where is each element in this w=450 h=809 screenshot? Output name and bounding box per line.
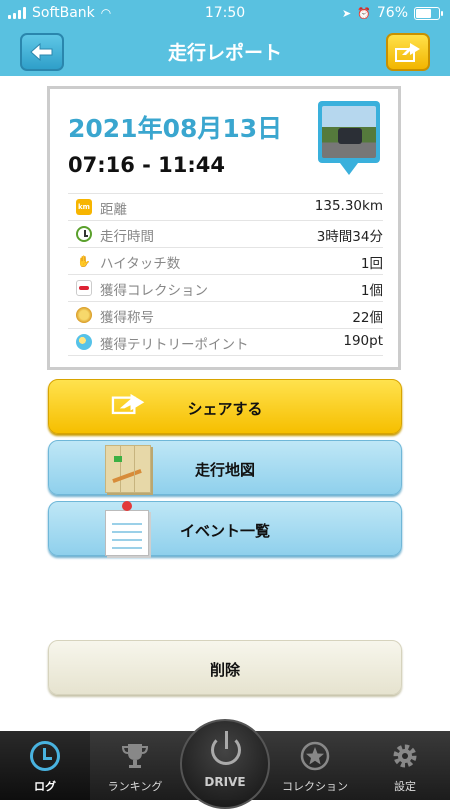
clock-icon [30,741,60,771]
km-icon: km [76,199,92,215]
territory-icon [76,334,92,350]
event-list-button[interactable]: イベント一覧 [48,501,402,556]
page-title: 走行レポート [167,42,282,64]
drive-map-button-label: 走行地図 [194,461,255,479]
stat-value: 3時間34分 [316,229,383,245]
location-icon: ➤ [341,6,352,20]
share-button[interactable]: シェアする [48,379,402,434]
alarm-icon: ⏰ [357,6,371,20]
status-bar: SoftBank ◠ 17:50 ➤ ⏰ 76% [0,0,450,26]
delete-button-label: 削除 [209,661,240,679]
stat-row-titles: 獲得称号 22個 [68,301,383,328]
stat-label: 走行時間 [100,229,154,245]
tab-log[interactable]: ログ [0,731,90,800]
drive-label: DRIVE [204,775,246,789]
tab-label: 設定 [394,780,416,793]
stat-row-territory: 獲得テリトリーポイント 190pt [68,328,383,356]
tab-label: コレクション [282,780,348,793]
battery-icon [414,6,443,20]
share-header-button[interactable] [386,33,430,71]
car-collection-icon [76,280,92,296]
report-date: 2021年08月13日 [68,114,283,143]
car-photo [322,106,376,158]
stat-value: 1個 [360,283,383,299]
share-button-label: シェアする [187,400,263,418]
stats-list: km 距離 135.30km 走行時間 3時間34分 ✋ ハイタッチ数 1回 獲… [68,193,383,356]
stat-row-high-fives: ✋ ハイタッチ数 1回 [68,247,383,274]
tab-ranking[interactable]: ランキング [90,731,180,800]
tab-settings[interactable]: 設定 [360,731,450,800]
tab-bar: ログ ランキング DRIVE コレクション 設定 [0,719,450,809]
tab-collection[interactable]: コレクション [270,731,360,800]
share-arrow-icon [395,43,420,62]
stat-row-distance: km 距離 135.30km [68,193,383,220]
stat-value: 1回 [360,256,383,272]
stat-label: 獲得称号 [100,310,154,326]
drive-button[interactable]: DRIVE [180,719,270,809]
delete-button[interactable]: 削除 [48,640,402,695]
stat-row-collections: 獲得コレクション 1個 [68,274,383,301]
star-badge-icon [300,741,330,771]
stat-value: 22個 [352,310,383,326]
high-five-icon: ✋ [77,254,91,268]
trophy-icon [121,744,149,768]
report-time-range: 07:16 - 11:44 [68,153,226,177]
stat-row-duration: 走行時間 3時間34分 [68,220,383,247]
nav-header: 走行レポート [0,26,450,76]
tab-label: ログ [34,780,56,793]
clock-icon [76,226,92,242]
stat-label: ハイタッチ数 [100,256,181,272]
medal-icon [76,307,92,323]
gear-icon [393,744,417,768]
stat-value: 135.30km [314,198,383,214]
battery-percent: 76% [376,5,408,21]
event-list-button-label: イベント一覧 [179,522,270,540]
tab-label: ランキング [107,780,163,793]
stat-label: 獲得テリトリーポイント [100,337,249,353]
report-card: 2021年08月13日 07:16 - 11:44 km 距離 135.30km… [47,86,401,370]
stat-value: 190pt [343,333,383,349]
stat-label: 獲得コレクション [100,283,208,299]
stat-label: 距離 [100,202,127,218]
photo-pin-thumbnail[interactable] [318,101,380,183]
drive-map-button[interactable]: 走行地図 [48,440,402,495]
